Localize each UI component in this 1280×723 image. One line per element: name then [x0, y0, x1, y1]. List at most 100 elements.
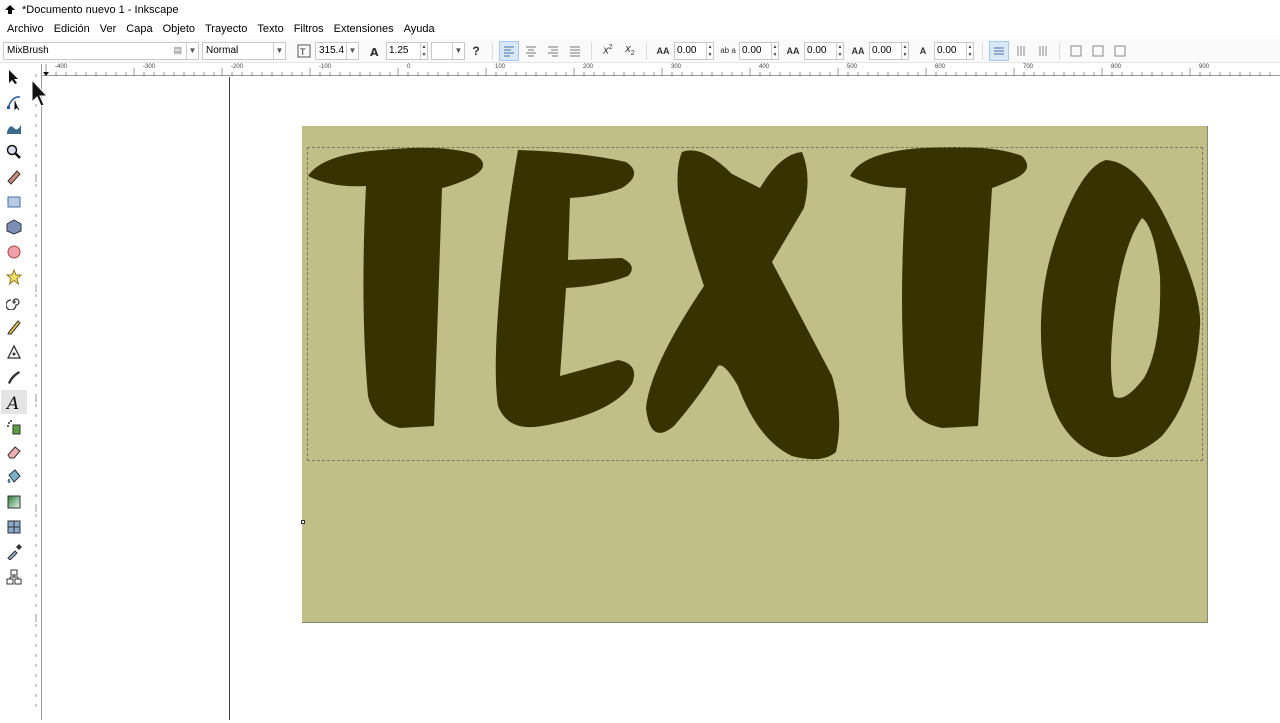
- line-spacing-spin[interactable]: 1.25 ▲ ▼: [386, 41, 428, 60]
- window-title: *Documento nuevo 1 - Inkscape: [22, 4, 179, 16]
- horizontal-text-icon[interactable]: [989, 40, 1009, 61]
- tweak-icon: [7, 125, 21, 134]
- mesh-tool[interactable]: [1, 515, 27, 539]
- align-left-icon[interactable]: [499, 40, 519, 61]
- menu-ayuda[interactable]: Ayuda: [399, 23, 440, 35]
- spin-arrows-icon[interactable]: ▲ ▼: [420, 42, 427, 59]
- menu-objeto[interactable]: Objeto: [158, 23, 200, 35]
- line-spacing-value: 1.25: [389, 45, 409, 56]
- text-bounding-box: [307, 147, 1203, 461]
- chevron-down-icon[interactable]: ▼: [452, 42, 464, 59]
- align-right-icon[interactable]: [543, 41, 563, 61]
- kerning-spin[interactable]: 0.00 ▲ ▼: [804, 41, 844, 60]
- pen-icon: [6, 344, 22, 359]
- connector-tool[interactable]: [1, 565, 27, 589]
- subscript-icon[interactable]: x2: [620, 41, 640, 61]
- node-icon: [7, 96, 21, 110]
- menu-extensiones[interactable]: Extensiones: [329, 23, 399, 35]
- inkscape-logo-icon: [5, 5, 15, 14]
- ruler-label: 500: [847, 64, 858, 70]
- ruler-label: 400: [759, 64, 770, 70]
- separator: [646, 41, 647, 60]
- separator: [1059, 41, 1060, 60]
- superscript-icon[interactable]: x2: [598, 41, 618, 61]
- ruler-label: -400: [55, 64, 68, 70]
- zoom-tool[interactable]: [1, 140, 27, 164]
- vertical-text-lr-icon[interactable]: [1033, 41, 1053, 61]
- ruler-label: 200: [583, 64, 594, 70]
- menu-capa[interactable]: Capa: [121, 23, 157, 35]
- bucket-icon: [7, 469, 21, 483]
- help-icon[interactable]: ?: [466, 41, 486, 61]
- horizontal-ruler[interactable]: -400 -300 -200 -100 0 100 200 300 400 50…: [42, 64, 1280, 76]
- chevron-down-icon[interactable]: ▼: [186, 42, 198, 59]
- spin-arrows-icon[interactable]: ▲ ▼: [966, 42, 973, 59]
- rectangle-tool[interactable]: [1, 190, 27, 214]
- pen-tool[interactable]: [1, 340, 27, 364]
- font-style-combo[interactable]: Normal ▼: [202, 41, 286, 60]
- spiral-icon: [6, 298, 20, 310]
- vertical-shift-spin[interactable]: 0.00 ▲ ▼: [869, 41, 909, 60]
- spray-tool[interactable]: [1, 415, 27, 439]
- text-tool[interactable]: A: [1, 390, 27, 414]
- spin-arrows-icon[interactable]: ▲ ▼: [901, 42, 908, 59]
- font-family-combo[interactable]: MixBrush ▤ ▼: [3, 41, 199, 60]
- mouse-cursor-icon: [31, 78, 48, 107]
- vertical-text-rl-icon[interactable]: [1011, 41, 1031, 61]
- justify-icon[interactable]: [565, 41, 585, 61]
- page-border: [229, 77, 230, 720]
- text-orientation-auto-icon[interactable]: [1066, 41, 1086, 61]
- text-orientation-sideways-icon[interactable]: [1110, 41, 1130, 61]
- bucket-tool[interactable]: [1, 465, 27, 489]
- calligraphy-icon: [8, 371, 20, 384]
- font-style-value: Normal: [206, 45, 239, 56]
- spin-arrows-icon[interactable]: ▲ ▼: [771, 42, 778, 59]
- calligraphy-tool[interactable]: [1, 365, 27, 389]
- spiral-tool[interactable]: [1, 290, 27, 314]
- ruler-label: -200: [231, 64, 244, 70]
- 3d-box-tool[interactable]: [1, 215, 27, 239]
- menu-ver[interactable]: Ver: [95, 23, 122, 35]
- rotation-spin[interactable]: 0.00 ▲ ▼: [934, 41, 974, 60]
- pencil-icon: [7, 320, 21, 335]
- menu-trayecto[interactable]: Trayecto: [200, 23, 252, 35]
- font-list-icon[interactable]: ▤: [173, 45, 182, 56]
- line-spacing-unit-combo[interactable]: ▼: [431, 41, 465, 60]
- menu-texto[interactable]: Texto: [252, 23, 288, 35]
- chevron-down-icon[interactable]: ▼: [346, 42, 358, 59]
- spin-arrows-icon[interactable]: ▲ ▼: [836, 42, 843, 59]
- ruler-label: -100: [319, 64, 332, 70]
- kerning-value: 0.00: [807, 45, 827, 56]
- star-tool[interactable]: [1, 265, 27, 289]
- selector-tool[interactable]: [1, 65, 27, 89]
- tweak-tool[interactable]: [1, 115, 27, 139]
- menu-edicion[interactable]: Edición: [49, 23, 95, 35]
- chevron-down-icon[interactable]: ▼: [273, 42, 285, 59]
- star-icon: [6, 269, 22, 285]
- spin-arrows-icon[interactable]: ▲ ▼: [706, 42, 713, 59]
- vertical-ruler[interactable]: [30, 64, 42, 720]
- text-cursor-handle[interactable]: [301, 520, 305, 524]
- separator: [591, 41, 592, 60]
- letter-spacing-spin[interactable]: 0.00 ▲ ▼: [674, 41, 714, 60]
- menu-archivo[interactable]: Archivo: [2, 23, 49, 35]
- menu-filtros[interactable]: Filtros: [289, 23, 329, 35]
- ruler-label: 700: [1023, 64, 1034, 70]
- node-tool[interactable]: [1, 90, 27, 114]
- gradient-tool[interactable]: [1, 490, 27, 514]
- ruler-label: -300: [143, 64, 156, 70]
- ellipse-tool[interactable]: [1, 240, 27, 264]
- pencil-tool[interactable]: [1, 315, 27, 339]
- text-orientation-upright-icon[interactable]: [1088, 41, 1108, 61]
- word-spacing-spin[interactable]: 0.00 ▲ ▼: [739, 41, 779, 60]
- font-size-combo[interactable]: 315.4 ▼: [315, 41, 359, 60]
- vertical-shift-icon: AA: [851, 45, 865, 56]
- gradient-icon: [7, 495, 21, 509]
- eraser-tool[interactable]: [1, 440, 27, 464]
- measure-icon: [7, 170, 21, 185]
- dropper-tool[interactable]: [1, 540, 27, 564]
- align-center-icon[interactable]: [521, 41, 541, 61]
- measure-tool[interactable]: [1, 165, 27, 189]
- ruler-label: 600: [935, 64, 946, 70]
- rotation-icon: A: [919, 45, 927, 56]
